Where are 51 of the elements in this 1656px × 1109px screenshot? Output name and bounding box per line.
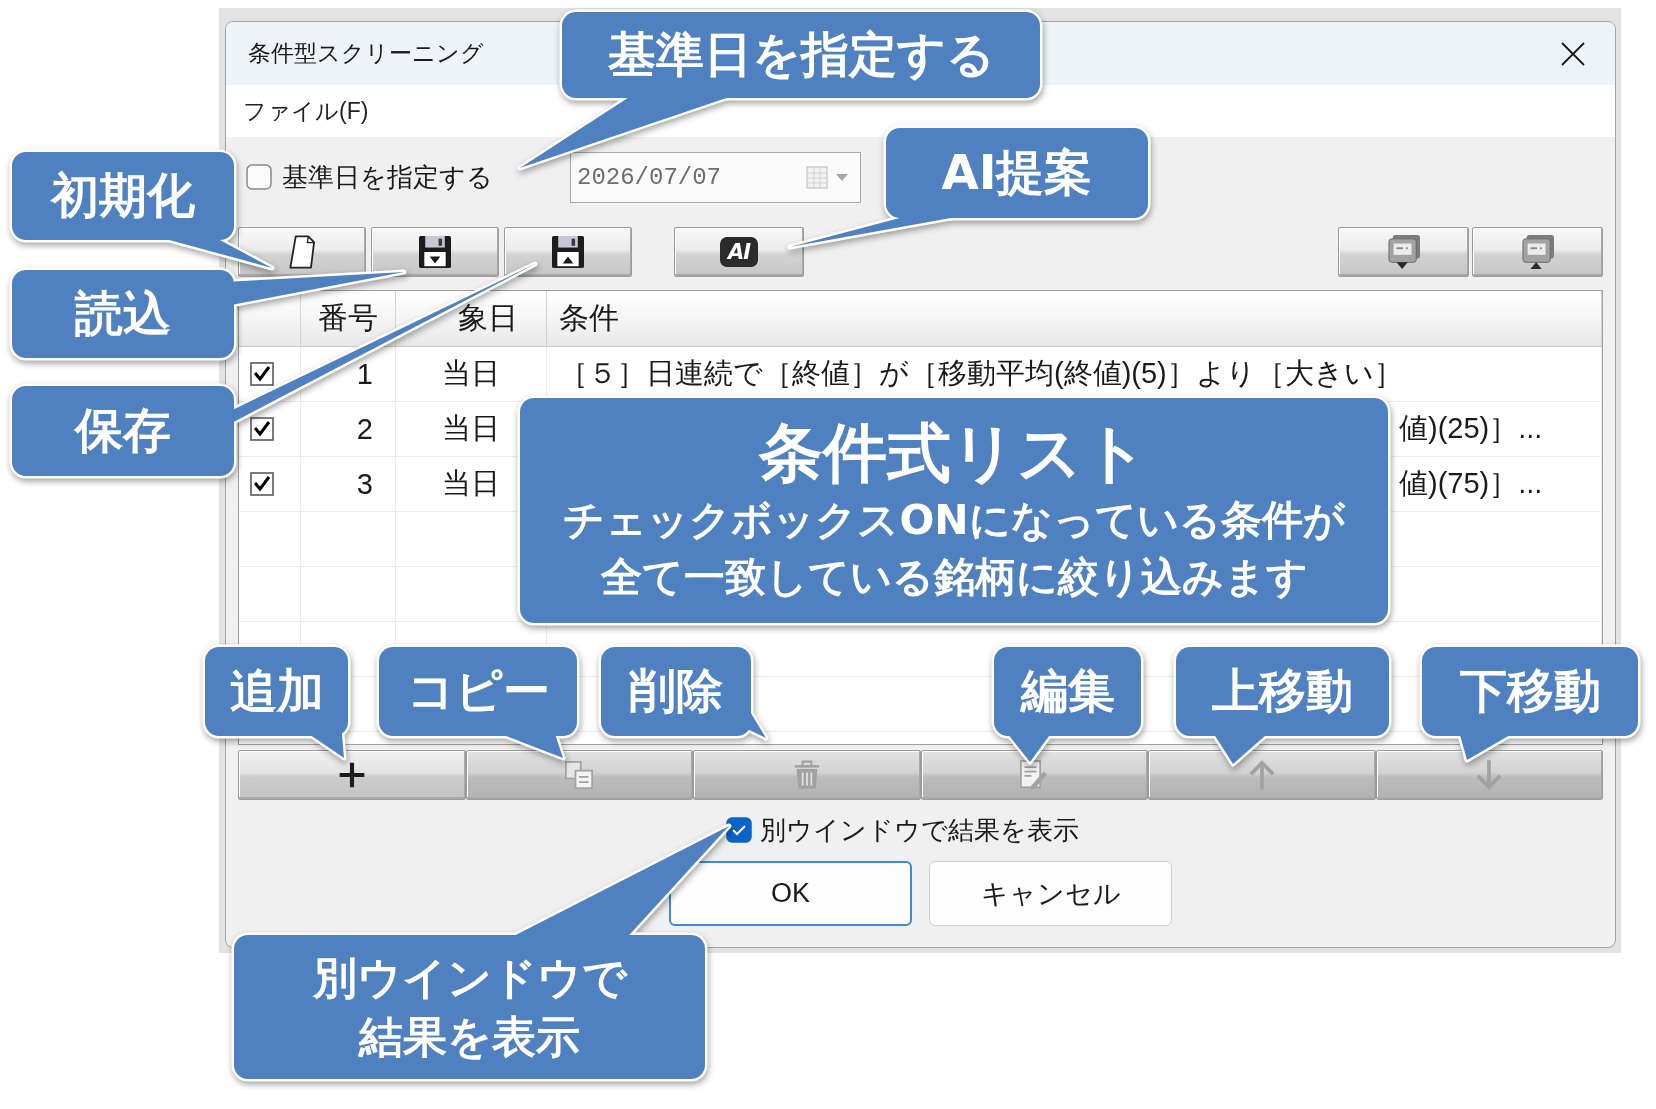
target-day: 当日 xyxy=(442,409,500,449)
row-number: 1 xyxy=(356,357,373,391)
checkbox[interactable] xyxy=(250,362,274,386)
down-arrow-icon xyxy=(1476,760,1503,790)
target-day: 当日 xyxy=(442,354,500,394)
ok-button[interactable]: OK xyxy=(669,861,912,926)
close-icon xyxy=(1561,41,1585,66)
row-number: 2 xyxy=(356,412,373,446)
window-title: 条件型スクリーニング xyxy=(248,39,484,68)
edit-icon xyxy=(1020,760,1049,790)
callout-text: コピー xyxy=(406,663,550,720)
monitor-icon xyxy=(1387,235,1420,269)
copy-icon xyxy=(565,761,594,789)
column-header: 象日 xyxy=(458,300,518,336)
toolbar-button[interactable] xyxy=(504,227,632,277)
callout-text: 上移動 xyxy=(1212,663,1353,720)
toolbar-button[interactable] xyxy=(371,227,499,277)
callout-text: AI提案 xyxy=(941,144,1093,202)
caret-icon xyxy=(836,173,848,181)
callout-text: 追加 xyxy=(229,663,324,720)
condition-text: ［５］日連続で［終値］が［移動平均(終値)(5)］より［大きい］ xyxy=(559,356,1403,391)
callout-text: 読込 xyxy=(75,285,171,343)
row-number: 3 xyxy=(356,467,373,501)
plus-icon xyxy=(337,761,366,789)
target-day: 当日 xyxy=(442,464,500,504)
callout-text: 初期化 xyxy=(51,167,195,225)
monitor-icon xyxy=(1521,235,1554,269)
checkbox[interactable] xyxy=(726,817,752,843)
checkbox-label: 別ウインドウで結果を表示 xyxy=(760,813,1079,847)
checkbox[interactable] xyxy=(250,472,274,496)
trash-icon xyxy=(793,760,820,790)
callout-text: チェックボックスONになっている条件が全て一致している銘柄に絞り込みます xyxy=(562,494,1347,603)
page-icon xyxy=(288,235,316,269)
condition-text: 値)(25)］... xyxy=(1399,411,1543,446)
callout-text: 編集 xyxy=(1020,663,1115,720)
callout-text: 別ウインドウで結果を表示 xyxy=(311,950,629,1064)
calendar-icon xyxy=(806,165,828,189)
callout-text: 基準日を指定する xyxy=(607,26,995,84)
cancel-button[interactable]: キャンセル xyxy=(929,861,1172,926)
menu-item[interactable]: ファイル(F) xyxy=(243,95,369,127)
condition-text: 値)(75)］... xyxy=(1399,466,1543,501)
checkbox-label: 基準日を指定する xyxy=(282,160,493,194)
column-header: 条件 xyxy=(559,300,619,336)
callout-title: 条件式リスト xyxy=(759,414,1149,492)
callout-text: 削除 xyxy=(629,663,723,720)
callout-text: 保存 xyxy=(75,402,171,460)
ai-button[interactable]: AI xyxy=(674,227,804,277)
callout-text: 下移動 xyxy=(1459,663,1601,720)
column-header: 番号 xyxy=(318,300,378,336)
checkbox[interactable] xyxy=(250,417,274,441)
up-arrow-icon xyxy=(1248,760,1275,790)
